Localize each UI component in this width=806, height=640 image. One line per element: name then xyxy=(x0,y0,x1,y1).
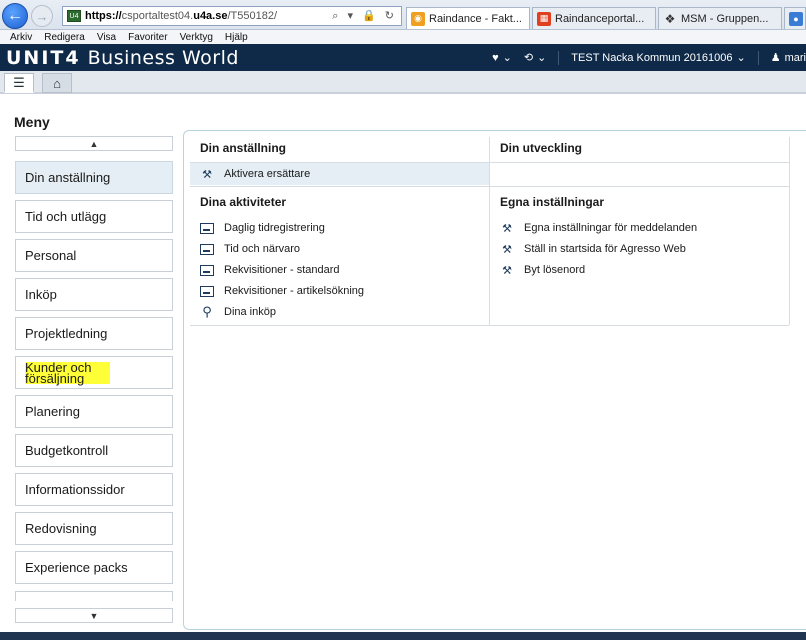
sidebar-item-experience-packs[interactable]: Experience packs xyxy=(15,551,173,584)
sidebar-menu: ▲ Din anställning Tid och utlägg Persona… xyxy=(15,136,173,623)
msm-favicon-icon: ❖ xyxy=(664,11,676,26)
section-divider xyxy=(190,186,489,187)
menu-hjalp[interactable]: Hjälp xyxy=(225,32,248,43)
tools-icon: ⚒ xyxy=(502,264,512,277)
menu-visa[interactable]: Visa xyxy=(97,32,116,43)
back-arrow-icon[interactable]: ← xyxy=(2,3,28,29)
unit4-logo: UNIT4 Business World xyxy=(6,46,239,69)
link-dina-inkop[interactable]: ⚲ Dina inköp xyxy=(200,304,276,319)
link-tid-och-narvaro[interactable]: Tid och närvaro xyxy=(200,243,300,255)
address-scheme: https:// xyxy=(85,10,122,22)
menu-toggle-button[interactable]: ☰ xyxy=(4,73,34,93)
sidebar-item-kunder-och-forsaljning[interactable]: Kunder och försäljning xyxy=(15,356,173,389)
section-title-din-anstallning: Din anställning xyxy=(200,141,287,155)
site-favicon-icon: U4 xyxy=(67,10,81,22)
tab-favicon-icon: ● xyxy=(789,11,803,26)
menu-redigera[interactable]: Redigera xyxy=(44,32,85,43)
form-icon xyxy=(200,264,214,276)
link-aktivera-ersattare[interactable]: ⚒ Aktivera ersättare xyxy=(200,168,310,181)
address-bar[interactable]: U4 https://csportaltest04. u4a.se/T550182… xyxy=(62,6,402,26)
form-icon xyxy=(200,243,214,255)
user-name: mari xyxy=(784,51,806,64)
link-byt-losenord[interactable]: ⚒ Byt lösenord xyxy=(500,264,585,277)
tab-label: Raindance - Fakt... xyxy=(429,12,522,25)
sidebar-item-tid-och-utlagg[interactable]: Tid och utlägg xyxy=(15,200,173,233)
history-dropdown[interactable]: ⟲ ⌄ xyxy=(524,51,546,64)
taskbar-strip xyxy=(0,632,806,640)
form-icon xyxy=(200,285,214,297)
raindance-favicon-icon: ◉ xyxy=(411,11,425,26)
company-name: TEST Nacka Kommun 20161006 xyxy=(571,51,733,64)
divider xyxy=(757,50,759,65)
app-header: UNIT4 Business World ♥ ⌄ ⟲ ⌄ TEST Nacka … xyxy=(0,44,806,71)
sidebar-item-redovisning[interactable]: Redovisning xyxy=(15,512,173,545)
chevron-down-icon: ⌄ xyxy=(736,52,746,64)
user-icon: ♟ xyxy=(770,52,781,64)
link-rekvisitioner-artikelsokning[interactable]: Rekvisitioner - artikelsökning xyxy=(200,285,364,297)
heart-icon: ♥ xyxy=(492,51,499,64)
tab-label: Raindanceportal... xyxy=(555,12,645,25)
browser-tab-extra[interactable]: ● xyxy=(784,7,806,29)
list-menu-icon: ☰ xyxy=(13,74,25,90)
history-icon: ⟲ xyxy=(523,52,534,64)
address-controls[interactable]: ⌕ ▾ 🔒 ↻ xyxy=(332,9,397,23)
menu-arkiv[interactable]: Arkiv xyxy=(10,32,32,43)
address-host: csportaltest04. xyxy=(121,10,194,22)
column-divider xyxy=(789,137,790,325)
section-divider xyxy=(190,325,789,326)
chevron-down-icon: ⌄ xyxy=(502,52,512,64)
home-icon: ⌂ xyxy=(53,75,61,91)
tools-icon: ⚒ xyxy=(202,168,212,181)
sidebar-item-din-anstallning[interactable]: Din anställning xyxy=(15,161,173,194)
sidebar-item-projektledning[interactable]: Projektledning xyxy=(15,317,173,350)
sidebar-item-personal[interactable]: Personal xyxy=(15,239,173,272)
menu-favoriter[interactable]: Favoriter xyxy=(128,32,167,43)
link-rekvisitioner-standard[interactable]: Rekvisitioner - standard xyxy=(200,264,340,276)
link-daglig-tidregistrering[interactable]: Daglig tidregistrering xyxy=(200,222,325,234)
form-icon xyxy=(200,222,214,234)
address-path: /T550182/ xyxy=(227,10,278,22)
home-button[interactable]: ⌂ xyxy=(42,73,72,93)
address-domain: u4a.se xyxy=(193,10,228,22)
raindanceportal-favicon-icon: ▦ xyxy=(537,11,551,26)
menu-verktyg[interactable]: Verktyg xyxy=(180,32,213,43)
link-stall-in-startsida[interactable]: ⚒ Ställ in startsida för Agresso Web xyxy=(500,243,686,256)
sidebar-item-inkop[interactable]: Inköp xyxy=(15,278,173,311)
caret-up-icon: ▲ xyxy=(89,138,99,149)
favorites-dropdown[interactable]: ♥ ⌄ xyxy=(492,51,512,65)
tools-icon: ⚒ xyxy=(502,222,512,235)
link-egna-installningar-for-meddelanden[interactable]: ⚒ Egna inställningar för meddelanden xyxy=(500,222,697,235)
caret-down-icon: ▼ xyxy=(89,610,99,621)
column-divider xyxy=(489,137,490,325)
browser-tab-raindance-fakt[interactable]: ◉ Raindance - Fakt... xyxy=(406,7,530,29)
tools-icon: ⚒ xyxy=(502,243,512,256)
user-menu[interactable]: ♟ mari xyxy=(770,51,806,65)
page-title: Meny xyxy=(14,114,50,130)
company-selector[interactable]: TEST Nacka Kommun 20161006 ⌄ xyxy=(571,51,746,65)
app-header-controls: ♥ ⌄ ⟲ ⌄ TEST Nacka Kommun 20161006 ⌄ ♟ m… xyxy=(492,44,806,71)
sidebar-item-informationssidor[interactable]: Informationssidor xyxy=(15,473,173,506)
sidebar-item-budgetkontroll[interactable]: Budgetkontroll xyxy=(15,434,173,467)
browser-toolbar: ← → U4 https://csportaltest04. u4a.se/T55… xyxy=(0,0,806,30)
scroll-down-button[interactable]: ▼ xyxy=(15,608,173,623)
section-divider xyxy=(490,186,789,187)
section-title-egna-installningar: Egna inställningar xyxy=(500,195,605,209)
browser-menubar: Arkiv Redigera Visa Favoriter Verktyg Hj… xyxy=(0,30,806,44)
divider xyxy=(558,50,560,65)
browser-tab-raindanceportal[interactable]: ▦ Raindanceportal... xyxy=(532,7,656,29)
tab-label: MSM - Gruppen... xyxy=(681,12,769,25)
app-toolbar: ☰ ⌂ xyxy=(0,71,806,94)
chevron-down-icon: ⌄ xyxy=(537,52,547,64)
browser-tab-msm-gruppen[interactable]: ❖ MSM - Gruppen... xyxy=(658,7,782,29)
scroll-up-button[interactable]: ▲ xyxy=(15,136,173,151)
sidebar-item-partial xyxy=(15,591,173,601)
section-title-dina-aktiviteter: Dina aktiviteter xyxy=(200,195,287,209)
sidebar-item-planering[interactable]: Planering xyxy=(15,395,173,428)
search-icon: ⚲ xyxy=(202,304,212,319)
forward-arrow-icon[interactable]: → xyxy=(31,5,53,27)
section-title-din-utveckling: Din utveckling xyxy=(500,141,583,155)
